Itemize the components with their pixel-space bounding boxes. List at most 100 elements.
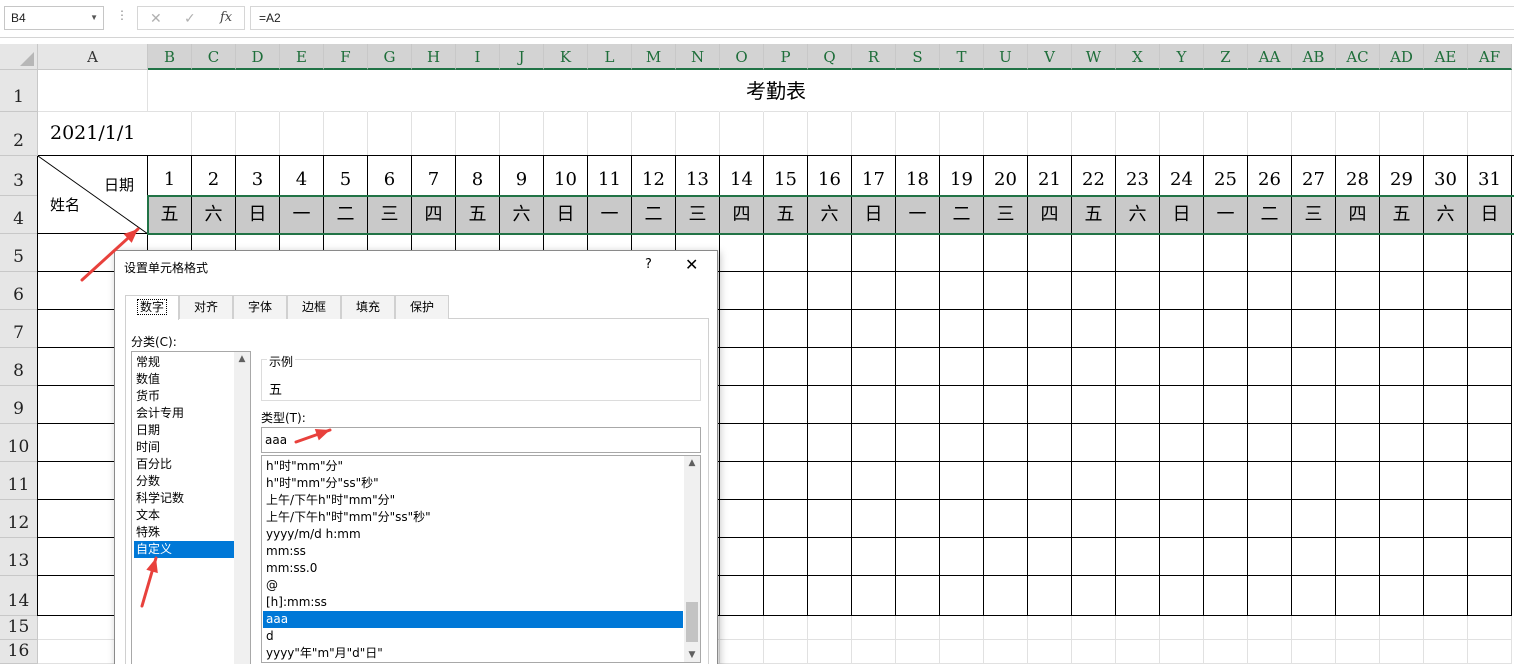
cell-t7[interactable] xyxy=(940,310,984,348)
column-header-p[interactable]: P xyxy=(764,44,808,70)
column-header-aa[interactable]: AA xyxy=(1248,44,1292,70)
day-cell[interactable]: 11 xyxy=(588,156,632,196)
cell-ad8[interactable] xyxy=(1380,348,1424,386)
cell-r16[interactable] xyxy=(852,640,896,664)
column-header-u[interactable]: U xyxy=(984,44,1028,70)
column-header-d[interactable]: D xyxy=(236,44,280,70)
row-header-13[interactable]: 13 xyxy=(0,538,38,576)
cell-ae7[interactable] xyxy=(1424,310,1468,348)
day-cell[interactable]: 16 xyxy=(808,156,852,196)
day-cell[interactable]: 19 xyxy=(940,156,984,196)
weekday-cell[interactable]: 五 xyxy=(764,196,808,234)
cell-ac10[interactable] xyxy=(1336,424,1380,462)
category-item[interactable]: 百分比 xyxy=(134,456,234,473)
cell-aa6[interactable] xyxy=(1248,272,1292,310)
cell-o15[interactable] xyxy=(720,616,764,640)
cell-o9[interactable] xyxy=(720,386,764,424)
cell-ae14[interactable] xyxy=(1424,576,1468,616)
cell-q11[interactable] xyxy=(808,462,852,500)
cell-ae12[interactable] xyxy=(1424,500,1468,538)
day-cell[interactable]: 4 xyxy=(280,156,324,196)
cell-p16[interactable] xyxy=(764,640,808,664)
cell-aa8[interactable] xyxy=(1248,348,1292,386)
cell-m2[interactable] xyxy=(632,112,676,156)
cell-e2[interactable] xyxy=(280,112,324,156)
cell-aa10[interactable] xyxy=(1248,424,1292,462)
cell-p9[interactable] xyxy=(764,386,808,424)
cell-l2[interactable] xyxy=(588,112,632,156)
cell-y13[interactable] xyxy=(1160,538,1204,576)
cell-ab5[interactable] xyxy=(1292,234,1336,272)
format-item[interactable]: yyyy/m/d h:mm xyxy=(263,526,683,543)
format-item[interactable]: mm:ss.0 xyxy=(263,560,683,577)
cell-ac13[interactable] xyxy=(1336,538,1380,576)
cell-w6[interactable] xyxy=(1072,272,1116,310)
cell-af13[interactable] xyxy=(1468,538,1512,576)
cell-aa15[interactable] xyxy=(1248,616,1292,640)
weekday-cell[interactable]: 四 xyxy=(720,196,764,234)
cell-r12[interactable] xyxy=(852,500,896,538)
cell-aa14[interactable] xyxy=(1248,576,1292,616)
cell-u8[interactable] xyxy=(984,348,1028,386)
row-header-2[interactable]: 2 xyxy=(0,112,38,156)
column-header-y[interactable]: Y xyxy=(1160,44,1204,70)
cell-v15[interactable] xyxy=(1028,616,1072,640)
cell-w16[interactable] xyxy=(1072,640,1116,664)
cell-x9[interactable] xyxy=(1116,386,1160,424)
cell-z11[interactable] xyxy=(1204,462,1248,500)
tab-alignment[interactable]: 对齐 xyxy=(179,295,233,319)
cell-r15[interactable] xyxy=(852,616,896,640)
day-cell[interactable]: 23 xyxy=(1116,156,1160,196)
cell-y6[interactable] xyxy=(1160,272,1204,310)
cell-ab13[interactable] xyxy=(1292,538,1336,576)
row-header-12[interactable]: 12 xyxy=(0,500,38,538)
cell-t6[interactable] xyxy=(940,272,984,310)
weekday-cell[interactable]: 一 xyxy=(588,196,632,234)
cell-q7[interactable] xyxy=(808,310,852,348)
tab-fill[interactable]: 填充 xyxy=(341,295,395,319)
cell-t2[interactable] xyxy=(940,112,984,156)
cell-x8[interactable] xyxy=(1116,348,1160,386)
category-item[interactable]: 分数 xyxy=(134,473,234,490)
cell-r5[interactable] xyxy=(852,234,896,272)
title-cell[interactable]: 考勤表 xyxy=(38,70,1514,112)
row-header-8[interactable]: 8 xyxy=(0,348,38,386)
cell-af9[interactable] xyxy=(1468,386,1512,424)
column-header-t[interactable]: T xyxy=(940,44,984,70)
scroll-thumb[interactable] xyxy=(686,602,698,642)
cell-k2[interactable] xyxy=(544,112,588,156)
cell-ab15[interactable] xyxy=(1292,616,1336,640)
format-code-list[interactable]: ▲ ▼ h"时"mm"分" h"时"mm"分"ss"秒" 上午/下午h"时"mm"分… xyxy=(261,455,701,663)
weekday-cell[interactable]: 日 xyxy=(852,196,896,234)
cell-u11[interactable] xyxy=(984,462,1028,500)
column-header-w[interactable]: W xyxy=(1072,44,1116,70)
cell-ae16[interactable] xyxy=(1424,640,1468,664)
weekday-cell[interactable]: 二 xyxy=(1248,196,1292,234)
column-header-l[interactable]: L xyxy=(588,44,632,70)
cell-s11[interactable] xyxy=(896,462,940,500)
cell-aa2[interactable] xyxy=(1248,112,1292,156)
category-item[interactable]: 自定义 xyxy=(134,541,234,558)
cell-z7[interactable] xyxy=(1204,310,1248,348)
type-input[interactable]: aaa xyxy=(261,427,701,453)
row-header-4[interactable]: 4 xyxy=(0,196,38,234)
column-header-q[interactable]: Q xyxy=(808,44,852,70)
cell-v5[interactable] xyxy=(1028,234,1072,272)
cell-aa11[interactable] xyxy=(1248,462,1292,500)
column-header-ab[interactable]: AB xyxy=(1292,44,1336,70)
category-item[interactable]: 文本 xyxy=(134,507,234,524)
cell-j2[interactable] xyxy=(500,112,544,156)
cell-x15[interactable] xyxy=(1116,616,1160,640)
cell-t5[interactable] xyxy=(940,234,984,272)
cell-w8[interactable] xyxy=(1072,348,1116,386)
cell-q16[interactable] xyxy=(808,640,852,664)
column-header-r[interactable]: R xyxy=(852,44,896,70)
weekday-cell[interactable]: 三 xyxy=(1292,196,1336,234)
day-cell[interactable]: 28 xyxy=(1336,156,1380,196)
cell-s7[interactable] xyxy=(896,310,940,348)
cell-ab6[interactable] xyxy=(1292,272,1336,310)
cell-s13[interactable] xyxy=(896,538,940,576)
format-item[interactable]: aaa xyxy=(263,611,683,628)
day-cell[interactable]: 5 xyxy=(324,156,368,196)
cell-ac14[interactable] xyxy=(1336,576,1380,616)
